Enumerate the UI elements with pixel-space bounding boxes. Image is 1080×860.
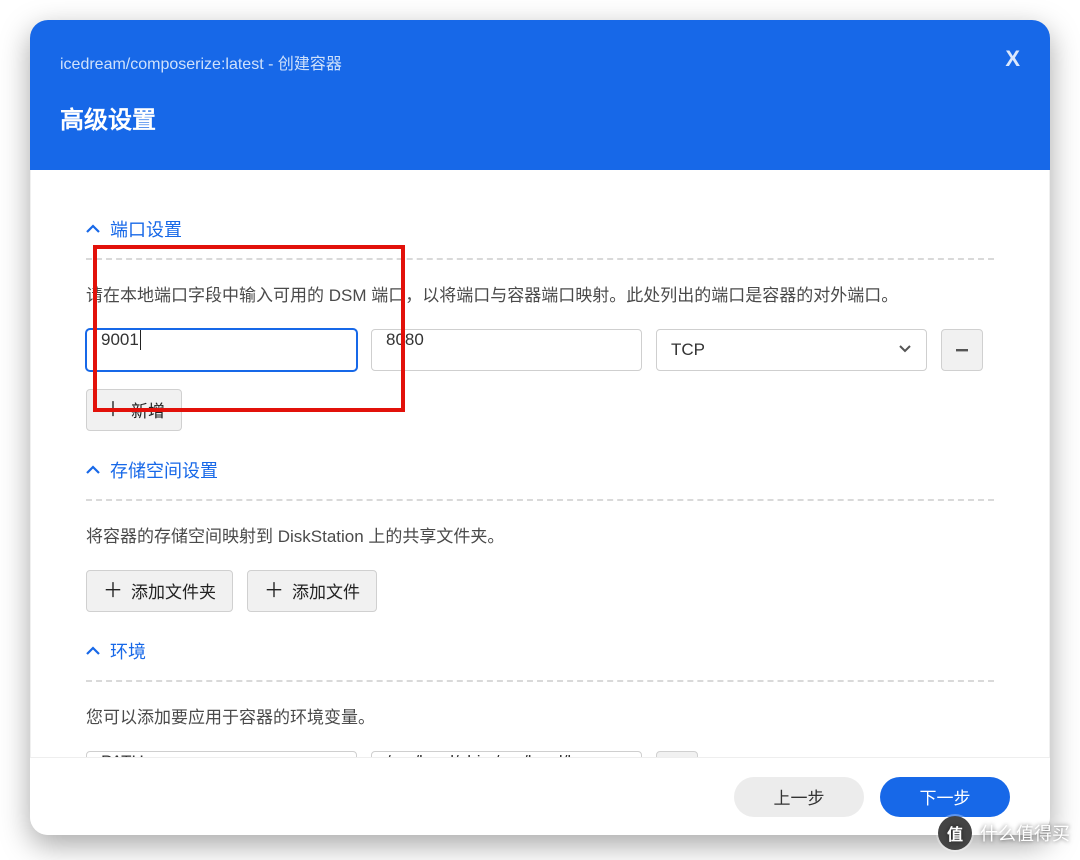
text-caret	[140, 330, 141, 350]
remove-port-button[interactable]	[941, 329, 983, 371]
divider	[86, 680, 994, 682]
add-file-label: 添加文件	[292, 578, 360, 603]
section-port-toggle[interactable]: 端口设置	[86, 216, 994, 242]
section-env: 环境 您可以添加要应用于容器的环境变量。 PATH /usr/local/sbi…	[86, 612, 994, 757]
add-folder-button[interactable]: ＋ 添加文件夹	[86, 570, 233, 612]
watermark: 值 什么值得买	[938, 816, 1070, 850]
chevron-down-icon	[898, 340, 912, 360]
divider	[86, 258, 994, 260]
port-row: 9001 8080 TCP	[86, 329, 994, 371]
plus-icon: ＋	[103, 581, 123, 601]
local-port-value: 9001	[101, 330, 139, 349]
section-storage: 存储空间设置 将容器的存储空间映射到 DiskStation 上的共享文件夹。 …	[86, 431, 994, 612]
plus-icon: ＋	[264, 581, 284, 601]
section-env-title: 环境	[110, 638, 146, 664]
watermark-text: 什么值得买	[980, 820, 1070, 846]
section-storage-desc: 将容器的存储空间映射到 DiskStation 上的共享文件夹。	[86, 523, 994, 552]
create-container-modal: icedream/composerize:latest - 创建容器 高级设置 …	[30, 20, 1050, 835]
add-file-button[interactable]: ＋ 添加文件	[247, 570, 377, 612]
chevron-up-icon	[86, 463, 100, 477]
chevron-up-icon	[86, 644, 100, 658]
section-port-title: 端口设置	[110, 216, 182, 242]
modal-title: 高级设置	[60, 74, 1020, 135]
container-port-input[interactable]: 8080	[371, 329, 642, 371]
watermark-badge: 值	[938, 816, 972, 850]
plus-icon: ＋	[103, 400, 123, 420]
protocol-select[interactable]: TCP	[656, 329, 927, 371]
container-port-value: 8080	[386, 330, 424, 349]
section-storage-title: 存储空间设置	[110, 457, 218, 483]
protocol-value: TCP	[671, 340, 705, 360]
add-folder-label: 添加文件夹	[131, 578, 216, 603]
section-port-desc: 请在本地端口字段中输入可用的 DSM 端口，以将端口与容器端口映射。此处列出的端…	[86, 282, 994, 311]
section-storage-toggle[interactable]: 存储空间设置	[86, 457, 994, 483]
add-port-button[interactable]: ＋ 新增	[86, 389, 182, 431]
section-env-toggle[interactable]: 环境	[86, 638, 994, 664]
modal-footer: 上一步 下一步	[30, 757, 1050, 835]
back-button[interactable]: 上一步	[734, 777, 864, 817]
local-port-input[interactable]: 9001	[86, 329, 357, 371]
add-port-label: 新增	[131, 397, 165, 422]
port-add-row: ＋ 新增	[86, 389, 994, 431]
next-button[interactable]: 下一步	[880, 777, 1010, 817]
close-button[interactable]: X	[1005, 46, 1020, 72]
modal-subtitle: icedream/composerize:latest - 创建容器	[60, 20, 1020, 74]
chevron-up-icon	[86, 222, 100, 236]
modal-body[interactable]: 端口设置 请在本地端口字段中输入可用的 DSM 端口，以将端口与容器端口映射。此…	[30, 170, 1050, 757]
section-port: 端口设置 请在本地端口字段中输入可用的 DSM 端口，以将端口与容器端口映射。此…	[86, 190, 994, 431]
storage-buttons-row: ＋ 添加文件夹 ＋ 添加文件	[86, 570, 994, 612]
divider	[86, 499, 994, 501]
section-env-desc: 您可以添加要应用于容器的环境变量。	[86, 704, 994, 733]
modal-header: icedream/composerize:latest - 创建容器 高级设置 …	[30, 20, 1050, 170]
